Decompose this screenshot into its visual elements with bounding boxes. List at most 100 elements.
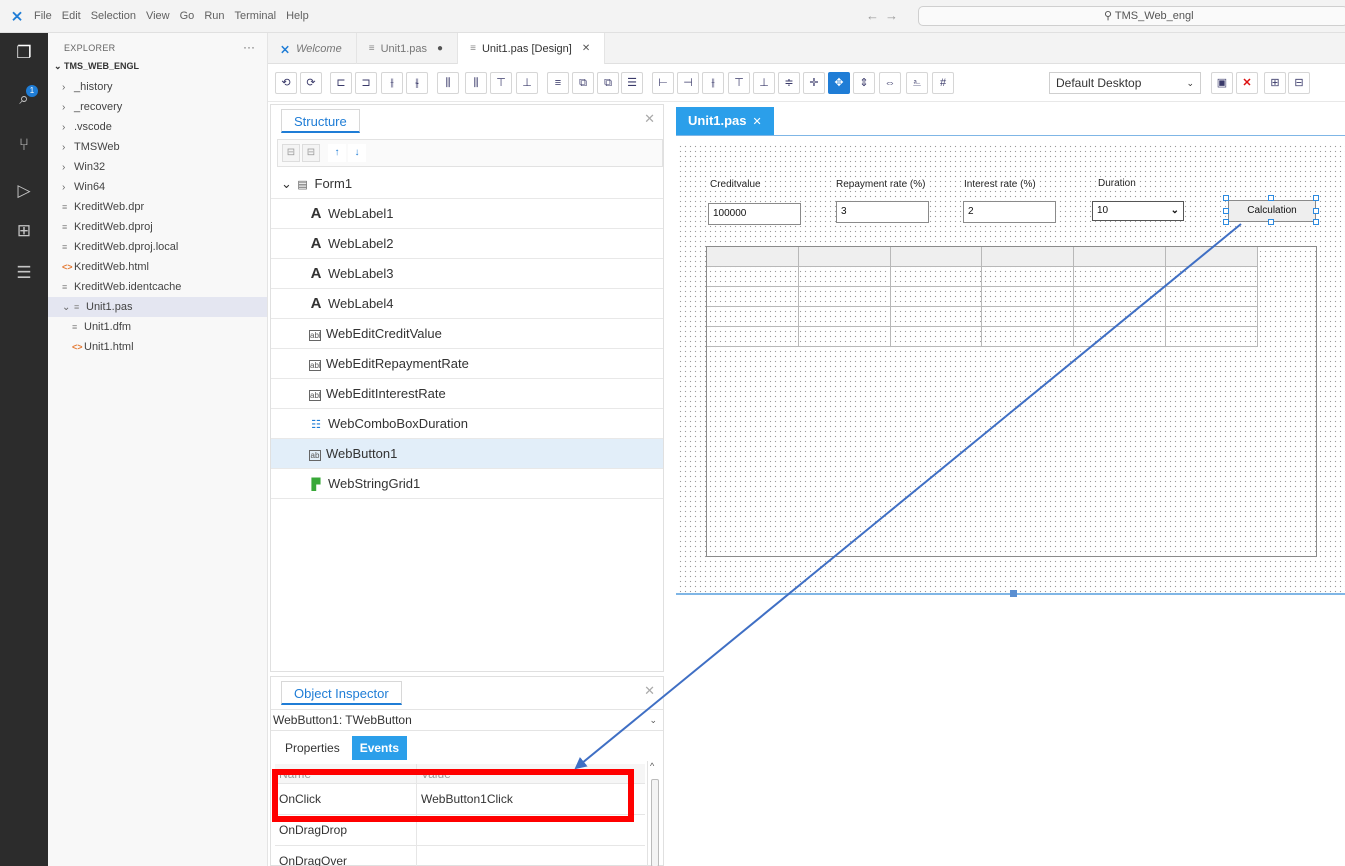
tab-order-icon[interactable]: ⎁ [906,72,928,94]
arrow-up-icon[interactable]: ↑ [328,144,346,162]
structure-node[interactable]: abl WebEditRepaymentRate [271,349,663,379]
grid-cell[interactable] [707,327,799,347]
selection-handle[interactable] [1268,219,1274,225]
scrollbar-thumb[interactable] [651,779,659,866]
selection-handle[interactable] [1313,219,1319,225]
tree-item[interactable]: ≡ Unit1.dfm [48,317,267,337]
close-icon[interactable]: ✕ [753,116,762,128]
selection-handle[interactable] [1223,219,1229,225]
menu-item-selection[interactable]: Selection [91,10,136,22]
grid-cell[interactable] [798,247,891,267]
desktop-select[interactable]: Default Desktop ⌄ [1049,72,1201,94]
structure-node[interactable]: abl WebEditInterestRate [271,379,663,409]
align-left-icon[interactable]: ⊢ [652,72,674,94]
grid-cell[interactable] [1074,327,1166,347]
menu-item-terminal[interactable]: Terminal [235,10,277,22]
grid-cell[interactable] [1074,267,1166,287]
selection-handle[interactable] [1268,195,1274,201]
structure-tab[interactable]: Structure [281,109,360,133]
interest-rate-label[interactable]: Interest rate (%) [962,179,1038,190]
selection-handle[interactable] [1223,208,1229,214]
middle-icon[interactable]: ≑ [778,72,800,94]
grid-cell[interactable] [982,247,1075,267]
event-row[interactable]: OnDragOver [275,846,645,866]
bring-front-icon[interactable]: ⧉ [572,72,594,94]
grid-cell[interactable] [1165,307,1258,327]
bottom-icon[interactable]: ⊥ [753,72,775,94]
align-left-edges-icon[interactable]: ⊏ [330,72,352,94]
grid-cell[interactable] [798,267,891,287]
grid-cell[interactable] [1074,287,1166,307]
search-icon[interactable]: ⌕ [12,87,36,111]
menu-item-edit[interactable]: Edit [62,10,81,22]
event-row[interactable]: OnClick WebButton1Click [275,784,645,815]
repayment-rate-edit[interactable]: 3 [836,201,929,223]
tag-icon[interactable]: # [932,72,954,94]
credit-value-label[interactable]: Creditvalue [708,179,763,190]
grid-cell[interactable] [707,247,799,267]
expand-icon[interactable]: ⊟ [302,144,320,162]
structure-node-form1[interactable]: ⌄ ▤ Form1 [271,169,663,199]
move-icon[interactable]: ✥ [828,72,850,94]
inspector-tab-events[interactable]: Events [351,736,408,760]
grid-cell[interactable] [1074,247,1166,267]
tree-item[interactable]: › Win32 [48,157,267,177]
grid-cell[interactable] [890,287,983,307]
structure-node[interactable]: ab WebButton1 [271,439,663,469]
unsaved-dot-icon[interactable]: ● [437,43,443,54]
menu-item-help[interactable]: Help [286,10,309,22]
nav-arrows[interactable]: ←→ [866,8,904,23]
command-center-search[interactable]: ⚲ TMS_Web_engl [918,6,1345,26]
top-icon[interactable]: ⊤ [728,72,750,94]
size-icon[interactable]: ⇕ [853,72,875,94]
tree-item[interactable]: › TMSWeb [48,137,267,157]
tree-item[interactable]: ≡ KreditWeb.dpr [48,197,267,217]
string-grid[interactable] [706,246,1317,557]
width-icon[interactable]: ⇔ [879,72,901,94]
grid-cell[interactable] [890,267,983,287]
undo-icon[interactable]: ⟲ [275,72,297,94]
close-icon[interactable]: ✕ [582,43,590,54]
tree-item[interactable]: <>Unit1.html [48,337,267,357]
grid-cell[interactable] [1074,307,1166,327]
more-actions-icon[interactable]: ··· [243,40,255,54]
tree-item[interactable]: ≡ KreditWeb.dproj [48,217,267,237]
extensions-icon[interactable]: ⊞ [12,219,36,243]
tree-item[interactable]: › _recovery [48,97,267,117]
align-bottoms-icon[interactable]: ⊥ [516,72,538,94]
center-vertical-icon[interactable]: ⫳ [406,72,428,94]
structure-node[interactable]: ▛ WebStringGrid1 [271,469,663,499]
event-handler-value[interactable] [417,846,421,866]
collapse-icon[interactable]: ⊟ [282,144,300,162]
structure-node[interactable]: A WebLabel3 [271,259,663,289]
editor-tab[interactable]: ⨯ Welcome [268,33,357,64]
space-equal-h-icon[interactable]: ⫼ [437,72,459,94]
align-right-icon[interactable]: ⊣ [677,72,699,94]
list-align-icon[interactable]: ☰ [621,72,643,94]
duration-label[interactable]: Duration [1096,178,1138,189]
editor-tab[interactable]: ≡ Unit1.pas [Design] ✕ [458,33,606,64]
menu-item-go[interactable]: Go [180,10,195,22]
tree-item[interactable]: ⌄ ≡ Unit1.pas [48,297,267,317]
menu-item-run[interactable]: Run [204,10,224,22]
design-form-tab[interactable]: Unit1.pas ✕ [676,107,774,135]
close-icon[interactable]: ✕ [644,111,655,127]
object-inspector-tab[interactable]: Object Inspector [281,681,402,705]
align-right-edges-icon[interactable]: ⊐ [355,72,377,94]
grid-cell[interactable] [982,327,1075,347]
structure-node[interactable]: ☷ WebComboBoxDuration [271,409,663,439]
list-icon[interactable]: ☰ [12,261,36,285]
grid-cell[interactable] [707,307,799,327]
grid-cell[interactable] [890,247,983,267]
selection-handle[interactable] [1223,195,1229,201]
grid-cell[interactable] [707,267,799,287]
event-row[interactable]: OnDragDrop [275,815,645,846]
tree-item[interactable]: › _history [48,77,267,97]
tree-item[interactable]: › Win64 [48,177,267,197]
space-equal-v-icon[interactable]: ⫼ [465,72,487,94]
grid-cell[interactable] [1165,247,1258,267]
send-back-icon[interactable]: ⧉ [597,72,619,94]
scroll-up-icon[interactable]: ^ [650,761,654,771]
grid-snap-icon[interactable]: ✛ [803,72,825,94]
tree-item[interactable]: <>KreditWeb.html [48,257,267,277]
